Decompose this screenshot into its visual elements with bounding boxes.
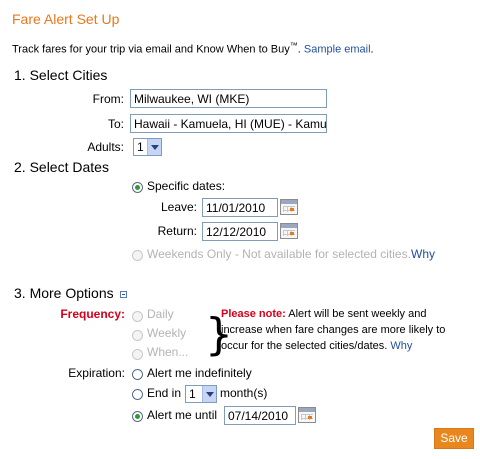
from-label: From:: [92, 92, 124, 106]
frequency-label: Frequency:: [60, 307, 125, 321]
frequency-weekly-label: Weekly: [147, 326, 187, 340]
adults-select[interactable]: 1: [133, 138, 162, 156]
sample-email-link[interactable]: Sample email: [304, 44, 371, 56]
trademark-symbol: ™: [289, 41, 298, 50]
chevron-down-icon[interactable]: [202, 386, 216, 402]
frequency-daily-label: Daily: [147, 307, 174, 321]
note-title: Please note:: [221, 308, 286, 320]
brace-icon: }: [205, 309, 233, 360]
save-button[interactable]: Save: [434, 428, 474, 449]
return-date-input[interactable]: 12/12/2010: [202, 222, 278, 241]
to-city-input[interactable]: Hawaii - Kamuela, HI (MUE) - Kamu: [130, 114, 327, 133]
collapse-icon[interactable]: [120, 291, 127, 298]
alert-until-date-input[interactable]: 07/14/2010: [224, 406, 296, 425]
intro-description: Track fares for your trip via email and …: [12, 43, 290, 56]
calendar-icon[interactable]: [280, 223, 298, 239]
select-cities-heading: 1. Select Cities: [14, 67, 108, 83]
chevron-down-icon[interactable]: [147, 139, 161, 155]
adults-label: Adults:: [87, 140, 124, 154]
end-in-value: 1: [189, 387, 196, 401]
leave-label: Leave:: [160, 200, 197, 214]
select-dates-heading: 2. Select Dates: [14, 159, 109, 175]
intro-period: .: [297, 43, 301, 56]
leave-date-input[interactable]: 11/01/2010: [202, 198, 278, 217]
page-title: Fare Alert Set Up: [12, 11, 120, 27]
alert-until-radio[interactable]: [132, 411, 143, 422]
weekends-only-label: Weekends Only - Not available for select…: [147, 247, 411, 261]
end-in-months-select[interactable]: 1: [185, 385, 217, 403]
end-in-radio[interactable]: [132, 389, 143, 400]
calendar-icon[interactable]: [280, 199, 298, 215]
more-options-heading: 3. More Options: [14, 285, 114, 301]
frequency-weekly-radio[interactable]: [132, 330, 143, 341]
alert-indefinitely-radio[interactable]: [132, 369, 143, 380]
return-label: Return:: [157, 224, 197, 238]
alert-indefinitely-label: Alert me indefinitely: [147, 366, 252, 380]
weekends-only-radio[interactable]: [132, 250, 143, 261]
intro-link-period: .: [370, 43, 374, 56]
frequency-note: Please note: Alert will be sent weekly a…: [221, 306, 471, 354]
alert-until-label: Alert me until: [147, 408, 218, 422]
weekends-why-link[interactable]: Why: [411, 247, 435, 261]
intro-text: Track fares for your trip via email and …: [12, 41, 374, 56]
end-in-label: End in: [147, 386, 182, 400]
expiration-label: Expiration:: [68, 366, 125, 380]
frequency-why-link[interactable]: Why: [390, 340, 412, 352]
frequency-daily-radio[interactable]: [132, 311, 143, 322]
frequency-when-radio[interactable]: [132, 349, 143, 360]
specific-dates-radio[interactable]: [132, 182, 143, 193]
from-city-input[interactable]: Milwaukee, WI (MKE): [130, 89, 327, 108]
calendar-icon[interactable]: [298, 407, 316, 423]
months-label: month(s): [220, 386, 268, 400]
to-label: To:: [107, 117, 124, 131]
specific-dates-label: Specific dates:: [147, 179, 226, 193]
adults-value: 1: [137, 140, 144, 154]
frequency-when-label: When...: [147, 345, 189, 359]
